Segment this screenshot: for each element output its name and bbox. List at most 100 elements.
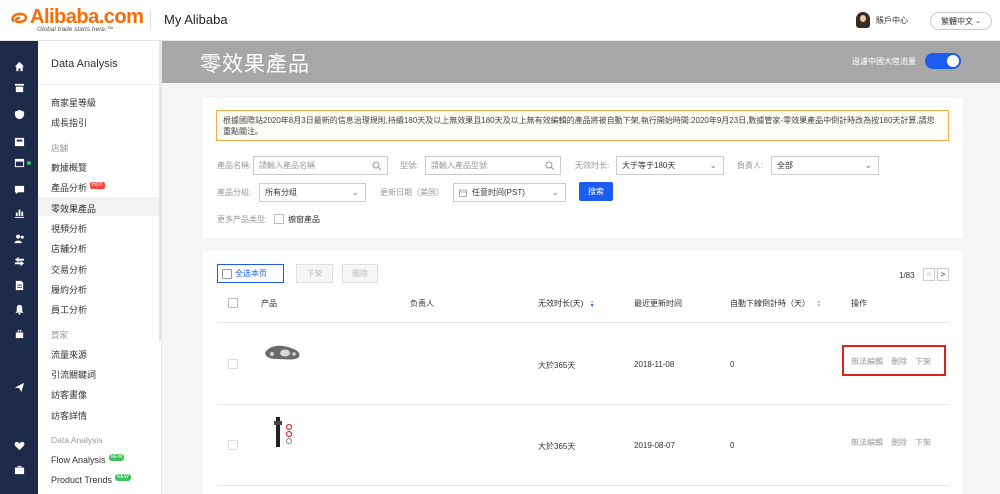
- column-header-owner: 负责人: [410, 299, 434, 308]
- filter-china-traffic-toggle[interactable]: [925, 53, 961, 69]
- sidebar-item-data-overview[interactable]: 數據概覽: [51, 161, 87, 174]
- invalid-duration-select[interactable]: 大于等于180天 ⌄: [616, 156, 724, 175]
- alibaba-mark-icon: [10, 10, 28, 26]
- sidebar-group-buyers: 買家: [51, 330, 69, 340]
- sidebar-item-keywords[interactable]: 引流關鍵詞: [51, 368, 96, 381]
- store-icon[interactable]: [13, 81, 25, 93]
- shield-icon[interactable]: [13, 108, 25, 120]
- calendar-icon: [459, 189, 467, 197]
- product-thumbnail[interactable]: [261, 331, 303, 373]
- storefront-icon[interactable]: [13, 135, 25, 147]
- next-page-button[interactable]: >: [937, 268, 949, 281]
- column-header-label: 自動下線倒計時（天）: [730, 299, 810, 308]
- column-header-countdown[interactable]: 自動下線倒計時（天） ▲ ▼: [730, 298, 821, 309]
- filter-panel: 根據國際站2020年8月3日最新的信息治理規則,持續180天及以上無效果且180…: [203, 98, 963, 238]
- hot-badge: HOT: [90, 182, 105, 189]
- column-header-invalid-duration[interactable]: 无效时长(天) ▲ ▼: [538, 298, 595, 309]
- select-all-page-button[interactable]: 全选本页: [217, 264, 284, 283]
- last-updated-cell: 2019-08-07: [634, 441, 675, 450]
- sidebar-item-merchant-rating[interactable]: 商家星等級: [51, 96, 96, 109]
- sidebar-item-fulfillment-analysis[interactable]: 履約分析: [51, 283, 87, 296]
- pagination-indicator: 1/83: [899, 271, 915, 280]
- model-input[interactable]: 請輸入產品型號: [425, 156, 561, 175]
- sidebar-item-traffic-sources[interactable]: 流量來源: [51, 348, 87, 361]
- last-updated-cell: 2018-11-08: [634, 360, 675, 369]
- sidebar-item-product-analysis[interactable]: 產品分析 HOT: [51, 181, 105, 194]
- users-icon[interactable]: [13, 232, 25, 244]
- model-placeholder: 請輸入產品型號: [431, 161, 487, 170]
- column-header-product: 产品: [261, 299, 277, 308]
- update-date-select[interactable]: 任意时间(PST) ⌄: [453, 183, 566, 202]
- cannot-edit-action[interactable]: 無法編輯: [851, 437, 883, 448]
- header-select-checkbox[interactable]: [228, 298, 238, 308]
- message-icon[interactable]: [13, 183, 25, 195]
- sidebar-item-video-analysis[interactable]: 視頻分析: [51, 222, 87, 235]
- product-group-value: 所有分组: [265, 188, 297, 197]
- avatar[interactable]: [856, 12, 870, 28]
- top-header: Alibaba.com Global trade starts here.™ M…: [0, 0, 1000, 41]
- page-title: 零效果產品: [200, 53, 310, 76]
- sidebar-item-trade-analysis[interactable]: 交易分析: [51, 263, 87, 276]
- document-icon[interactable]: [13, 279, 25, 291]
- sidebar-item-flow-analysis[interactable]: Flow Analysis NEW: [51, 454, 125, 465]
- bar-chart-icon[interactable]: [13, 206, 25, 218]
- sidebar-scrollbar[interactable]: [159, 41, 162, 341]
- language-select[interactable]: 繁體中文 ⌄: [930, 12, 992, 30]
- logo-tagline: Global trade starts here.™: [37, 26, 114, 33]
- column-header-last-updated: 最近更新时间: [634, 299, 682, 308]
- search-icon: [545, 161, 555, 171]
- app-title[interactable]: My Alibaba: [164, 12, 228, 27]
- sidebar-item-label: Flow Analysis: [51, 455, 106, 465]
- new-badge: NEW: [115, 474, 131, 481]
- sidebar-item-visitor-details[interactable]: 訪客詳情: [51, 409, 87, 422]
- sort-icon[interactable]: ▲ ▼: [590, 299, 595, 308]
- sort-icon[interactable]: ▲ ▼: [816, 299, 821, 308]
- select-all-checkbox[interactable]: [222, 268, 232, 279]
- home-icon[interactable]: [13, 60, 25, 72]
- calendar-icon[interactable]: [13, 156, 25, 168]
- chevron-down-icon: ⌄: [351, 187, 359, 197]
- row-select-checkbox[interactable]: [228, 359, 238, 369]
- chevron-down-icon: ⌄: [975, 18, 981, 25]
- status-dot: [27, 161, 31, 165]
- sidebar-group-data-analysis: Data Analysis: [51, 435, 103, 445]
- bulk-delete-button[interactable]: 刪除: [342, 264, 378, 283]
- row-divider: [217, 485, 949, 486]
- bulk-delist-button[interactable]: 下架: [296, 264, 333, 283]
- alibaba-logo[interactable]: Alibaba.com Global trade starts here.™: [10, 6, 145, 34]
- delete-action[interactable]: 刪除: [891, 437, 907, 448]
- product-table-panel: 全选本页 下架 刪除 1/83 < > 产品 负责人 无效时长(天) ▲ ▼ 最近…: [203, 251, 963, 494]
- owner-label: 負責人:: [737, 161, 764, 170]
- column-header-actions: 操作: [851, 299, 867, 308]
- lock-icon[interactable]: [13, 327, 25, 339]
- filter-china-traffic-label: 過濾中國大陸流量: [852, 57, 916, 66]
- product-thumbnail[interactable]: [261, 413, 303, 455]
- search-icon: [372, 161, 382, 171]
- search-button[interactable]: 搜索: [579, 182, 613, 201]
- arrows-icon[interactable]: [13, 255, 25, 267]
- product-group-select[interactable]: 所有分组 ⌄: [259, 183, 366, 202]
- sidebar-item-store-analysis[interactable]: 店舖分析: [51, 242, 87, 255]
- window-product-label: 櫥窗產品: [288, 215, 320, 224]
- countdown-cell: 0: [730, 360, 735, 369]
- row-select-checkbox[interactable]: [228, 440, 238, 450]
- sidebar-item-visitor-profile[interactable]: 訪客畫像: [51, 388, 87, 401]
- prev-page-button[interactable]: <: [923, 268, 935, 281]
- delist-action[interactable]: 下架: [915, 437, 931, 448]
- countdown-cell: 0: [730, 441, 735, 450]
- window-product-checkbox[interactable]: [274, 214, 284, 224]
- sidebar-item-employee-analysis[interactable]: 員工分析: [51, 303, 87, 316]
- briefcase-icon[interactable]: [13, 463, 25, 475]
- owner-select[interactable]: 全部 ⌄: [771, 156, 879, 175]
- bell-icon[interactable]: [13, 303, 25, 315]
- user-center[interactable]: 賬戶中心: [856, 12, 908, 28]
- sidebar-item-growth-guide[interactable]: 成長指引: [51, 116, 87, 129]
- product-name-input[interactable]: 請輸入產品名稱: [253, 156, 388, 175]
- sidebar-item-zero-effect-products[interactable]: 零效果產品: [51, 202, 96, 215]
- sidebar-item-product-trends[interactable]: Product Trends NEW: [51, 474, 131, 485]
- policy-notice: 根據國際站2020年8月3日最新的信息治理規則,持續180天及以上無效果且180…: [216, 110, 949, 141]
- heart-icon[interactable]: [13, 439, 25, 451]
- model-label: 型號:: [400, 161, 419, 170]
- send-icon[interactable]: [13, 381, 25, 393]
- user-center-label[interactable]: 賬戶中心: [876, 15, 908, 26]
